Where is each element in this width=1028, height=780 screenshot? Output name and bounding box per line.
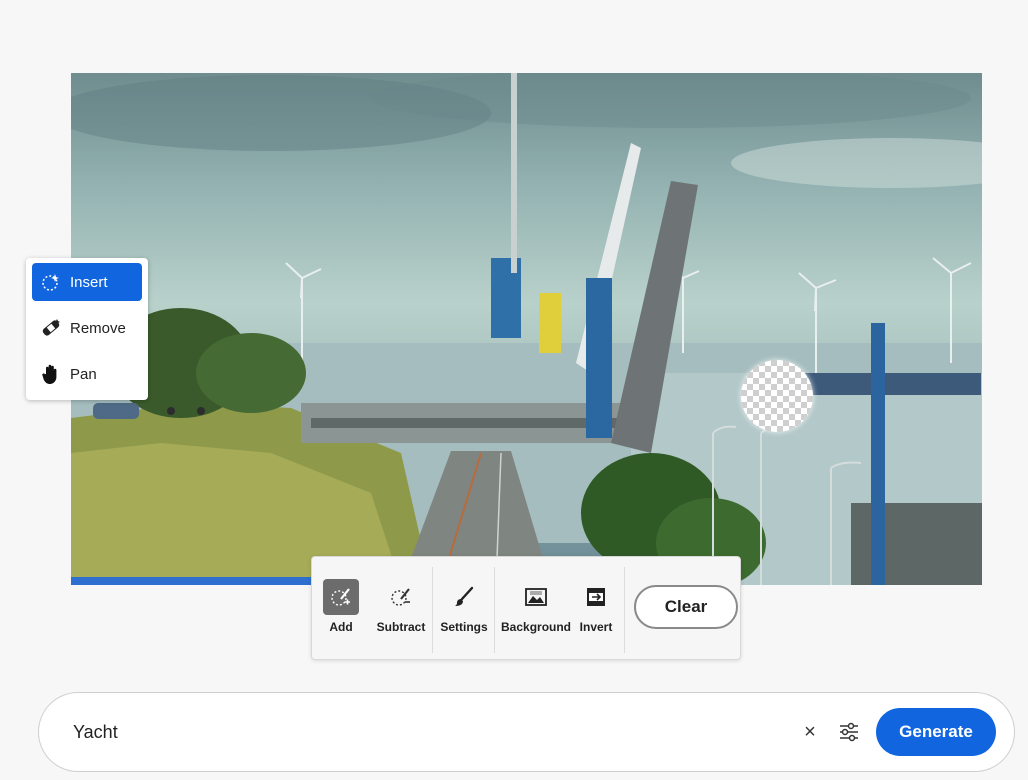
subtract-brush-icon: [383, 579, 419, 615]
insert-sparkle-icon: [40, 271, 62, 293]
tool-menu: Insert Remove Pan: [26, 258, 148, 400]
tool-remove[interactable]: Remove: [32, 309, 142, 347]
prompt-input[interactable]: [71, 720, 798, 744]
transparent-mask-area: [741, 360, 813, 432]
invert-icon: [578, 579, 614, 615]
toolbar-divider: [494, 567, 495, 653]
tool-insert[interactable]: Insert: [32, 263, 142, 301]
add-mask-label: Add: [329, 620, 353, 634]
toolbar-divider: [432, 567, 433, 653]
background-mask-label: Background: [501, 620, 572, 634]
tool-remove-label: Remove: [70, 319, 126, 337]
clear-prompt-icon[interactable]: ×: [798, 720, 822, 744]
image-canvas[interactable]: [71, 73, 982, 585]
tool-insert-label: Insert: [70, 273, 108, 291]
toolbar-divider: [624, 567, 625, 653]
remove-bandage-icon: [40, 317, 62, 339]
mask-toolbar: Add Subtract Settings Background Invert …: [311, 556, 741, 660]
prompt-bar: × Generate: [38, 692, 1015, 772]
harbor-photo: [71, 73, 982, 585]
clear-mask-button[interactable]: Clear: [634, 585, 738, 629]
brush-settings-button[interactable]: Settings: [440, 579, 488, 634]
add-brush-icon: [323, 579, 359, 615]
sliders-icon[interactable]: [836, 719, 862, 745]
hand-icon: [40, 363, 62, 385]
generate-button[interactable]: Generate: [876, 708, 996, 756]
background-mask-button[interactable]: Background: [501, 579, 572, 634]
brush-icon: [446, 579, 482, 615]
tool-pan[interactable]: Pan: [32, 355, 142, 393]
tool-pan-label: Pan: [70, 365, 97, 383]
brush-settings-label: Settings: [440, 620, 488, 634]
invert-mask-button[interactable]: Invert: [578, 579, 614, 634]
add-mask-button[interactable]: Add: [322, 579, 360, 634]
mask-selection-strip: [71, 577, 321, 585]
invert-mask-label: Invert: [579, 620, 613, 634]
subtract-mask-label: Subtract: [376, 620, 426, 634]
background-image-icon: [518, 579, 554, 615]
subtract-mask-button[interactable]: Subtract: [376, 579, 426, 634]
